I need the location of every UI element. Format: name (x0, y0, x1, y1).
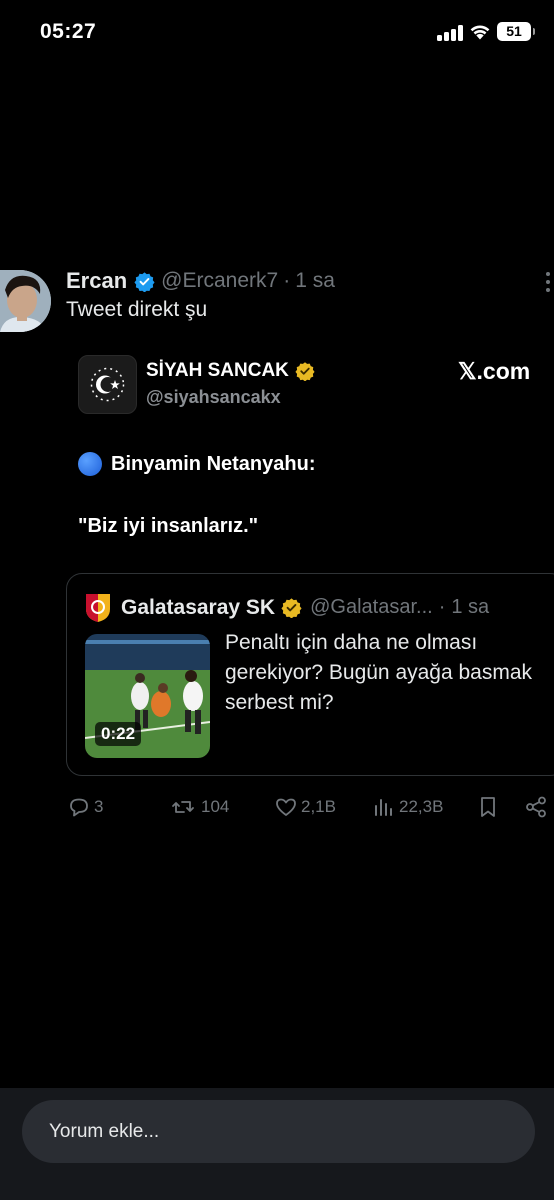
avatar-image (0, 270, 51, 332)
share-icon (526, 796, 546, 818)
screenshot-account-name: SİYAH SANCAK (146, 360, 315, 382)
verified-badge-icon (134, 271, 155, 292)
screenshot-line-2: "Biz iyi insanlarız." (78, 515, 259, 537)
comment-bar: Yorum ekle... (0, 1088, 554, 1200)
quoted-tweet-header: Galatasaray SK @Galatasar... · 1 sa (83, 592, 489, 623)
views-chart-icon (375, 799, 392, 816)
galatasaray-logo-icon (86, 594, 110, 622)
quoted-tweet-time: 1 sa (451, 596, 490, 618)
gold-verified-badge-icon (281, 598, 302, 618)
retweet-button[interactable]: 104 (168, 790, 229, 824)
cellular-signal-icon (437, 25, 463, 41)
reply-button[interactable]: 3 (67, 790, 103, 824)
status-bar: 05:27 51 (0, 0, 554, 70)
battery-indicator: 51 (497, 22, 535, 41)
bookmark-icon (481, 797, 495, 817)
screenshot-account-handle: @siyahsancakx (146, 387, 281, 407)
quoted-author-name[interactable]: Galatasaray SK (121, 596, 275, 620)
tweet-text: Tweet direkt şu (66, 298, 208, 321)
tweet-header: Ercan @Ercanerk7 · 1 sa (66, 266, 335, 296)
time-separator: · (283, 269, 291, 292)
screenshot-line-1-text: Binyamin Netanyahu: (111, 452, 316, 475)
author-name[interactable]: Ercan (66, 268, 127, 294)
quoted-author-handle[interactable]: @Galatasar... (310, 596, 433, 619)
screenshot-account-name-text: SİYAH SANCAK (146, 360, 289, 381)
tweet-time: 1 sa (295, 269, 335, 292)
video-duration: 0:22 (95, 722, 142, 746)
retweet-icon (172, 801, 194, 813)
screenshot-line-1: Binyamin Netanyahu: (78, 452, 315, 476)
x-brand-label: 𝕏.com (458, 358, 531, 384)
siyah-sancak-logo (78, 355, 137, 414)
views-button[interactable]: 22,3B (372, 790, 443, 824)
author-avatar[interactable] (0, 270, 51, 332)
gold-verified-badge-icon (295, 362, 315, 381)
comment-input[interactable]: Yorum ekle... (22, 1100, 535, 1163)
status-time: 05:27 (40, 20, 97, 43)
reply-count: 3 (94, 797, 104, 816)
retweet-count: 104 (201, 797, 230, 816)
quoted-video-thumbnail[interactable]: 0:22 (85, 634, 210, 758)
like-count: 2,1B (301, 797, 336, 816)
heart-icon (276, 798, 296, 816)
wifi-icon (470, 25, 490, 40)
share-button[interactable] (524, 790, 551, 824)
more-options-icon[interactable] (546, 272, 552, 296)
quoted-tweet-text: Penaltı için daha ne olması gerekiyor? B… (225, 631, 533, 714)
quoted-time-separator: · (438, 596, 446, 618)
like-button[interactable]: 2,1B (274, 790, 336, 824)
comment-placeholder: Yorum ekle... (49, 1121, 160, 1142)
author-handle[interactable]: @Ercanerk7 (161, 269, 278, 293)
blue-circle-icon (78, 452, 102, 476)
tweet-action-bar: 3 104 2,1B 22,3B (0, 790, 554, 824)
reply-icon (70, 798, 88, 817)
views-count: 22,3B (399, 797, 444, 816)
quoted-tweet[interactable]: Galatasaray SK @Galatasar... · 1 sa 0:22… (66, 573, 554, 776)
embedded-screenshot[interactable]: SİYAH SANCAK @siyahsancakx 𝕏.com Binyami… (66, 340, 554, 785)
bookmark-button[interactable] (476, 790, 503, 824)
